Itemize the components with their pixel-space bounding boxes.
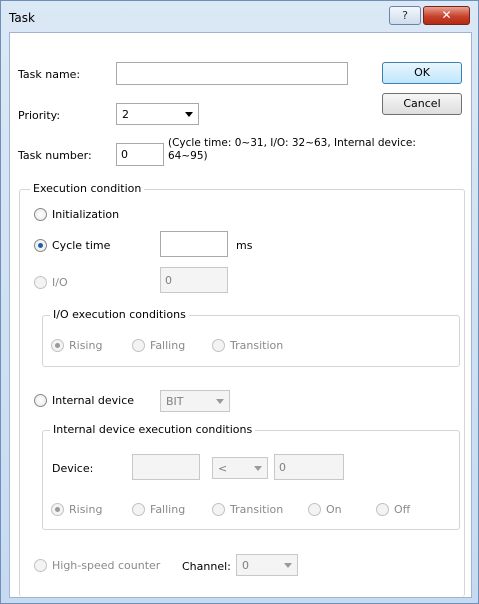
int-falling-label[interactable]: Falling (150, 503, 185, 516)
chevron-down-icon (216, 399, 224, 404)
internal-execution-title: Internal device execution conditions (50, 423, 256, 436)
priority-value: 2 (122, 108, 129, 121)
initialization-radio[interactable] (34, 208, 47, 221)
io-rising-radio[interactable] (51, 339, 64, 352)
initialization-label[interactable]: Initialization (52, 208, 119, 221)
task-dialog: Task ? ✕ Task name: OK Cancel Priority: … (0, 0, 479, 604)
device-label: Device: (52, 462, 94, 475)
io-label[interactable]: I/O (52, 276, 68, 289)
window-title: Task (9, 11, 35, 25)
device-operator-value: < (218, 462, 228, 475)
io-rising-label[interactable]: Rising (69, 339, 102, 352)
channel-value: 0 (242, 559, 249, 572)
io-input[interactable] (160, 267, 228, 293)
io-falling-radio[interactable] (132, 339, 145, 352)
task-name-label: Task name: (18, 68, 81, 81)
chevron-down-icon (185, 112, 193, 117)
io-transition-radio[interactable] (212, 339, 225, 352)
priority-select[interactable]: 2 (116, 103, 199, 125)
int-falling-radio[interactable] (132, 503, 145, 516)
dialog-body: Task name: OK Cancel Priority: 2 Task nu… (9, 32, 472, 598)
int-rising-radio[interactable] (51, 503, 64, 516)
device-input[interactable] (132, 454, 200, 480)
device-operator-select[interactable]: < (212, 457, 268, 479)
close-icon: ✕ (441, 8, 452, 22)
ok-button[interactable]: OK (382, 62, 462, 84)
io-falling-label[interactable]: Falling (150, 339, 185, 352)
internal-device-type-select[interactable]: BIT (160, 390, 230, 412)
cycle-time-input[interactable] (160, 231, 228, 257)
cancel-button[interactable]: Cancel (382, 93, 462, 115)
channel-select[interactable]: 0 (236, 554, 298, 576)
high-speed-counter-label[interactable]: High-speed counter (52, 559, 160, 572)
int-off-radio[interactable] (376, 503, 389, 516)
internal-device-radio[interactable] (34, 394, 47, 407)
io-execution-title: I/O execution conditions (50, 308, 189, 321)
io-radio[interactable] (34, 276, 47, 289)
int-transition-radio[interactable] (212, 503, 225, 516)
execution-condition-title: Execution condition (30, 182, 145, 195)
int-off-label[interactable]: Off (394, 503, 410, 516)
int-rising-label[interactable]: Rising (69, 503, 102, 516)
cycle-time-label[interactable]: Cycle time (52, 239, 110, 252)
task-number-input[interactable] (116, 143, 164, 166)
task-number-label: Task number: (18, 149, 92, 162)
int-on-radio[interactable] (308, 503, 321, 516)
task-name-input[interactable] (116, 62, 348, 85)
close-button[interactable]: ✕ (423, 6, 470, 25)
internal-device-type-value: BIT (166, 395, 184, 408)
priority-label: Priority: (18, 109, 61, 122)
chevron-down-icon (284, 563, 292, 568)
channel-label: Channel: (182, 560, 231, 573)
io-transition-label[interactable]: Transition (230, 339, 283, 352)
device-compare-input[interactable] (274, 454, 344, 480)
internal-device-label[interactable]: Internal device (52, 394, 134, 407)
cycle-time-unit: ms (236, 239, 253, 252)
task-number-hint: (Cycle time: 0~31, I/O: 32~63, Internal … (168, 137, 416, 162)
help-button[interactable]: ? (389, 6, 421, 25)
int-transition-label[interactable]: Transition (230, 503, 283, 516)
int-on-label[interactable]: On (326, 503, 342, 516)
help-icon: ? (402, 9, 408, 22)
high-speed-counter-radio[interactable] (34, 559, 47, 572)
cycle-time-radio[interactable] (34, 239, 47, 252)
chevron-down-icon (254, 466, 262, 471)
title-bar[interactable]: Task ? ✕ (1, 1, 478, 31)
